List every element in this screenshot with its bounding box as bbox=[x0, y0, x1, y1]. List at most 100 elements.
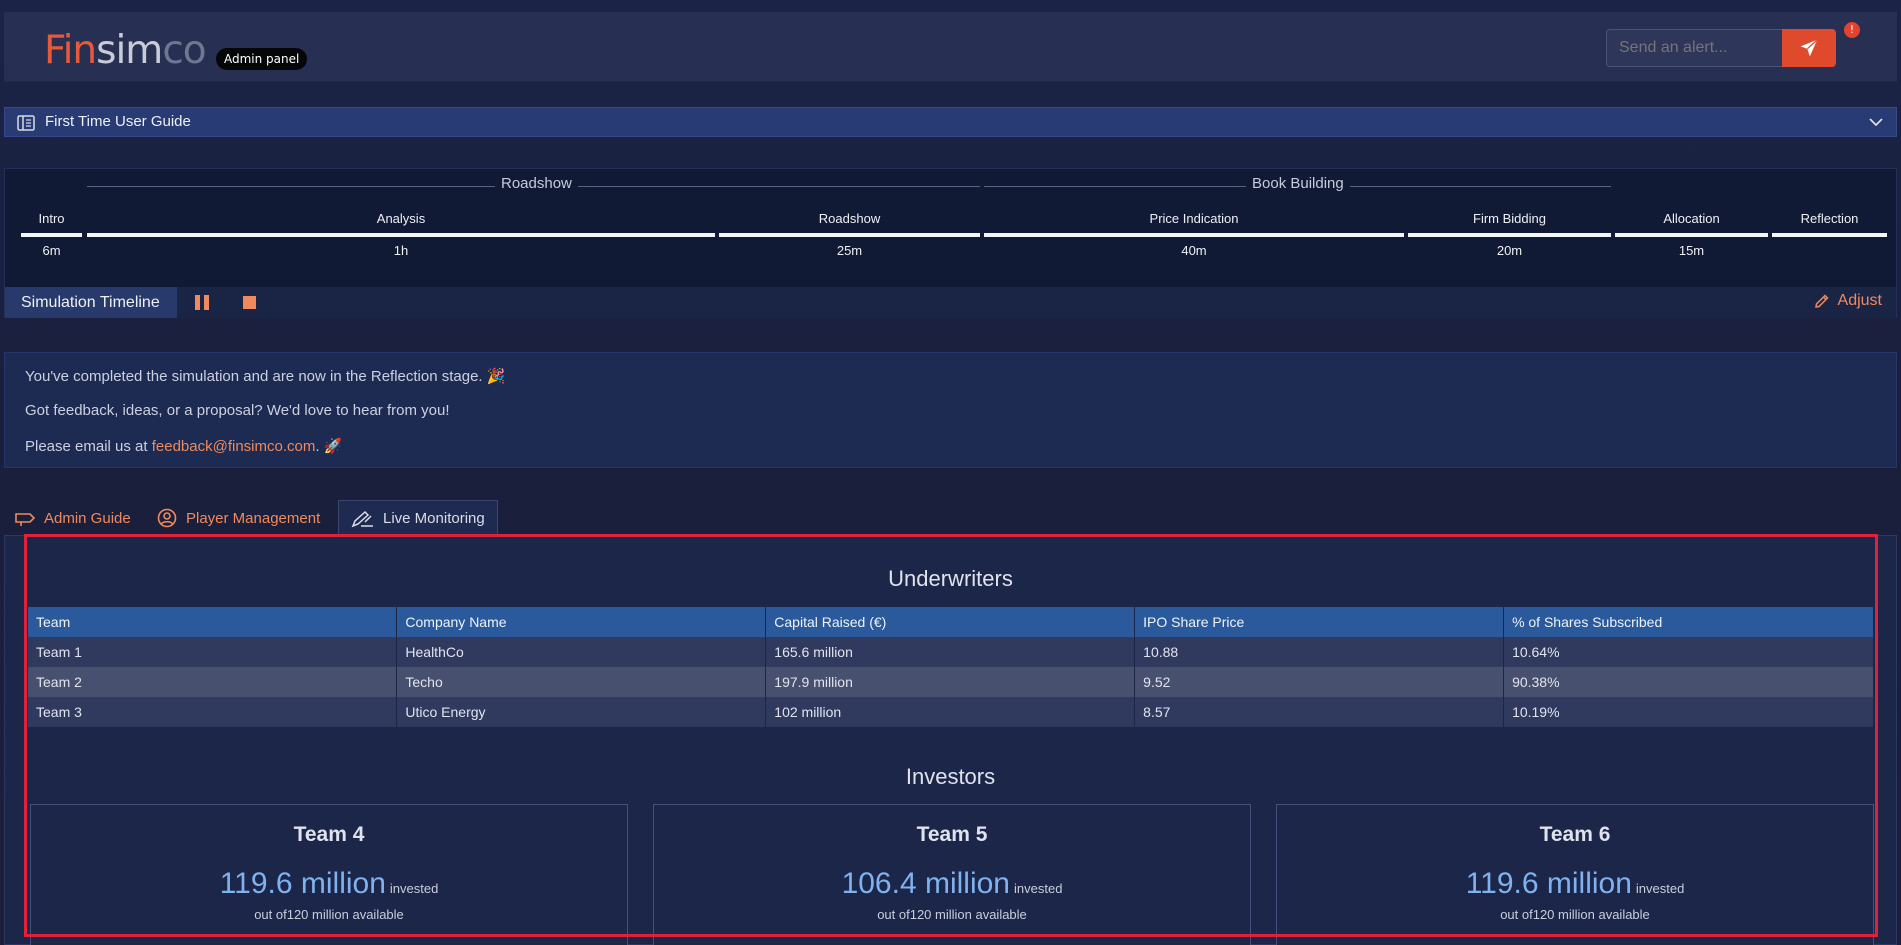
tab-live-monitoring[interactable]: Live Monitoring bbox=[338, 500, 498, 536]
reflection-info-box: You've completed the simulation and are … bbox=[4, 352, 1897, 468]
column-header[interactable]: IPO Share Price bbox=[1134, 607, 1505, 637]
pencil-icon bbox=[1814, 293, 1829, 308]
underwriters-title: Underwriters bbox=[888, 566, 1013, 591]
table-cell: Team 3 bbox=[28, 697, 398, 727]
finsimco-logo[interactable]: Finsimco bbox=[44, 28, 207, 73]
info-line-1: You've completed the simulation and are … bbox=[25, 368, 506, 385]
send-alert-button[interactable] bbox=[1782, 29, 1836, 67]
tab-player-management[interactable]: Player Management bbox=[156, 500, 320, 536]
tab-label: Live Monitoring bbox=[383, 510, 485, 527]
stage-name: Reflection bbox=[1800, 211, 1859, 226]
table-cell: Team 1 bbox=[28, 637, 398, 667]
stage-duration: 25m bbox=[836, 243, 863, 258]
timeline-stage-firm-bidding: Firm Bidding 20m bbox=[1408, 211, 1611, 261]
timeline-group-roadshow: Roadshow bbox=[87, 173, 980, 193]
table-cell: Techo bbox=[396, 667, 767, 697]
pause-button[interactable] bbox=[195, 295, 211, 310]
investor-amount: 106.4 million invested bbox=[654, 867, 1250, 901]
available-amount: out of120 million available bbox=[1500, 907, 1650, 922]
table-cell: 10.19% bbox=[1503, 697, 1874, 727]
table-row: Team 3 Utico Energy 102 million 8.57 10.… bbox=[28, 697, 1874, 727]
first-time-user-guide-toggle[interactable]: First Time User Guide bbox=[4, 107, 1897, 137]
investor-amount: 119.6 million invested bbox=[31, 867, 627, 901]
info-line-3-suffix: . 🚀 bbox=[315, 438, 343, 455]
table-cell: 10.88 bbox=[1134, 637, 1505, 667]
timeline-group-label: Roadshow bbox=[495, 175, 578, 192]
investor-team-name: Team 6 bbox=[1539, 823, 1611, 846]
investors-title: Investors bbox=[905, 764, 996, 789]
stage-duration: 40m bbox=[1181, 243, 1207, 258]
logo-part-sim: sim bbox=[96, 28, 163, 73]
paper-plane-icon bbox=[1800, 39, 1818, 57]
column-header[interactable]: Capital Raised (€) bbox=[765, 607, 1136, 637]
stage-name: Analysis bbox=[376, 211, 426, 226]
alert-input[interactable] bbox=[1606, 29, 1784, 67]
guide-book-icon bbox=[17, 115, 35, 131]
stage-name: Firm Bidding bbox=[1473, 211, 1546, 226]
table-cell: 9.52 bbox=[1134, 667, 1505, 697]
table-header-row: Team Company Name Capital Raised (€) IPO… bbox=[28, 607, 1874, 637]
investor-team-name: Team 5 bbox=[916, 823, 988, 846]
column-header[interactable]: Team bbox=[28, 607, 398, 637]
timeline-stage-roadshow: Roadshow 25m bbox=[719, 211, 980, 261]
info-line-2: Got feedback, ideas, or a proposal? We'd… bbox=[25, 402, 450, 419]
adjust-label: Adjust bbox=[1837, 292, 1882, 309]
investor-team-name: Team 4 bbox=[293, 823, 365, 846]
timeline-footer: Simulation Timeline Adjust bbox=[5, 287, 1896, 318]
stage-duration: 1h bbox=[393, 243, 409, 258]
available-amount: out of120 million available bbox=[877, 907, 1027, 922]
invested-label: invested bbox=[389, 881, 439, 896]
table-cell: 102 million bbox=[765, 697, 1136, 727]
timeline-stage-reflection: Reflection bbox=[1772, 211, 1887, 261]
stage-name: Roadshow bbox=[818, 211, 881, 226]
adjust-button[interactable]: Adjust bbox=[1813, 292, 1882, 310]
investor-amount: 119.6 million invested bbox=[1277, 867, 1873, 901]
invested-amount: 119.6 million bbox=[219, 867, 386, 900]
signpost-icon bbox=[15, 513, 36, 526]
table-cell: Utico Energy bbox=[396, 697, 767, 727]
table-cell: HealthCo bbox=[396, 637, 767, 667]
invested-amount: 119.6 million bbox=[1465, 867, 1632, 900]
invested-label: invested bbox=[1014, 881, 1063, 896]
table-cell: Team 2 bbox=[28, 667, 398, 697]
table-cell: 165.6 million bbox=[765, 637, 1136, 667]
table-cell: 10.64% bbox=[1503, 637, 1874, 667]
chevron-down-icon[interactable] bbox=[1868, 115, 1884, 129]
monitor-pen-icon bbox=[351, 510, 373, 527]
tab-admin-guide[interactable]: Admin Guide bbox=[14, 500, 131, 536]
stage-duration: 6m bbox=[42, 243, 61, 258]
column-header[interactable]: % of Shares Subscribed bbox=[1503, 607, 1874, 637]
notification-dot-icon[interactable]: ! bbox=[1844, 22, 1860, 38]
investor-card-team-6: Team 6 119.6 million invested out of120 m… bbox=[1276, 804, 1874, 945]
stage-duration: 15m bbox=[1678, 243, 1705, 258]
feedback-email-link[interactable]: feedback@finsimco.com bbox=[152, 438, 316, 455]
column-header[interactable]: Company Name bbox=[396, 607, 767, 637]
stop-button[interactable] bbox=[243, 296, 256, 309]
table-cell: 8.57 bbox=[1134, 697, 1505, 727]
stage-duration: 20m bbox=[1496, 243, 1523, 258]
info-line-3: Please email us at feedback@finsimco.com… bbox=[25, 437, 342, 455]
stage-name: Price Indication bbox=[1149, 211, 1239, 226]
tab-label: Admin Guide bbox=[44, 509, 131, 527]
admin-panel-badge: Admin panel bbox=[216, 48, 308, 70]
invested-amount: 106.4 million bbox=[841, 867, 1010, 900]
timeline-group-label: Book Building bbox=[1246, 175, 1350, 192]
table-cell: 90.38% bbox=[1503, 667, 1874, 697]
table-row: Team 2 Techo 197.9 million 9.52 90.38% bbox=[28, 667, 1874, 697]
table-row: Team 1 HealthCo 165.6 million 10.88 10.6… bbox=[28, 637, 1874, 667]
timeline-group-book-building: Book Building bbox=[980, 173, 1611, 193]
user-gear-icon bbox=[157, 508, 177, 528]
timeline-stage-allocation: Allocation 15m bbox=[1615, 211, 1768, 261]
tab-label: Player Management bbox=[186, 509, 321, 527]
logo-part-fin: Fin bbox=[44, 28, 97, 73]
timeline-stage-analysis: Analysis 1h bbox=[87, 211, 715, 261]
timeline-stage-price-indication: Price Indication 40m bbox=[984, 211, 1404, 261]
investor-card-team-4: Team 4 119.6 million invested out of120 m… bbox=[30, 804, 628, 945]
guide-label: First Time User Guide bbox=[45, 113, 191, 130]
info-line-3-prefix: Please email us at bbox=[25, 438, 152, 455]
investor-card-team-5: Team 5 106.4 million invested out of120 m… bbox=[653, 804, 1251, 945]
table-cell: 197.9 million bbox=[765, 667, 1136, 697]
available-amount: out of120 million available bbox=[254, 907, 404, 922]
stage-name: Intro bbox=[38, 211, 65, 226]
stage-name: Allocation bbox=[1663, 211, 1720, 226]
